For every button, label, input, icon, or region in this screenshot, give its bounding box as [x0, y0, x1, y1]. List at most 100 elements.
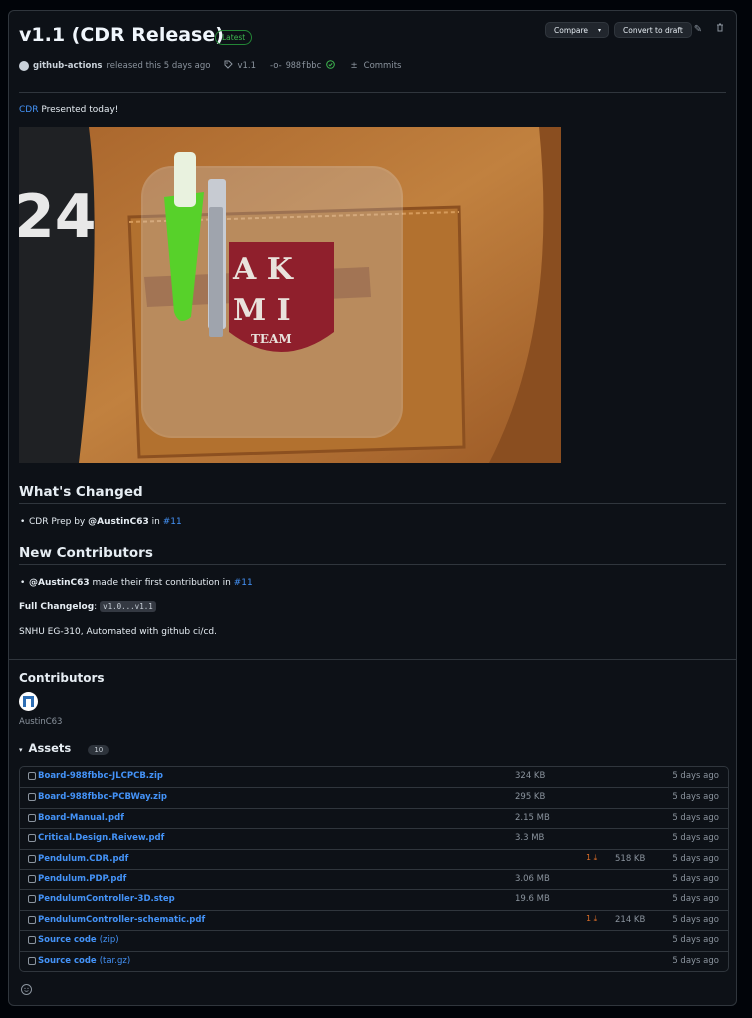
compare-label: Compare	[554, 26, 589, 35]
changelog-label: Full Changelog	[19, 602, 95, 612]
new-contributors-divider	[19, 564, 726, 565]
download-count: 1 ⤓	[586, 914, 597, 924]
asset-row: Critical.Design.Reivew.pdf 3.3 MB 5 days a…	[20, 828, 728, 848]
asset-date: 5 days ago	[672, 853, 719, 864]
new-contributor-item: @AustinC63 made their first contribution…	[20, 578, 253, 588]
change-user-link[interactable]: @AustinC63	[88, 517, 149, 527]
intro-text: Presented today!	[41, 105, 119, 115]
download-count: 1 ⤓	[586, 853, 597, 863]
asset-link[interactable]: PendulumController-3D.step	[28, 894, 175, 904]
asset-size: 518 KB	[615, 853, 646, 864]
asset-name: Pendulum.CDR.pdf	[38, 853, 129, 864]
package-icon	[28, 915, 36, 924]
package-icon	[28, 895, 36, 904]
cdr-link[interactable]: CDR	[19, 105, 38, 115]
assets-toggle[interactable]: ▾ Assets 10	[19, 741, 110, 755]
release-photo: 24 A K M I TEAM	[19, 127, 561, 463]
released-text: released this 5 days ago	[106, 61, 211, 71]
asset-date: 5 days ago	[672, 833, 719, 844]
asset-row: Board-988fbbc-PCBWay.zip 295 KB 5 days ago	[20, 787, 728, 807]
asset-name: Board-988fbbc-JLCPCB.zip	[38, 771, 163, 781]
intro-line: CDR Presented today!	[19, 105, 118, 115]
asset-row: Pendulum.PDP.pdf 3.06 MB 5 days ago	[20, 868, 728, 889]
trash-icon[interactable]	[713, 23, 727, 37]
change-pr-link[interactable]: #11	[163, 517, 182, 527]
asset-link[interactable]: PendulumController-schematic.pdf	[28, 915, 205, 925]
asset-row: PendulumController-3D.step 19.6 MB 5 days …	[20, 889, 728, 909]
patch-line1: A K	[232, 252, 294, 287]
asset-date: 5 days ago	[672, 812, 719, 823]
commit-icon: -o-	[270, 61, 282, 71]
asset-link[interactable]: Board-988fbbc-JLCPCB.zip	[28, 771, 163, 781]
new-contributors-heading: New Contributors	[19, 545, 153, 561]
patch-line3: TEAM	[251, 332, 292, 346]
asset-size: 3.3 MB	[515, 833, 545, 844]
caret-down-icon: ▾	[19, 746, 23, 754]
download-count-value: 1	[586, 913, 592, 923]
release-card: v1.1 (CDR Release) Latest Compare ▾ Conv…	[8, 10, 737, 1006]
asset-link[interactable]: Pendulum.PDP.pdf	[28, 874, 126, 884]
author-link[interactable]: github-actions	[33, 61, 102, 71]
commit-link[interactable]: 988fbbc	[286, 61, 322, 71]
commits-link[interactable]: Commits	[364, 61, 402, 71]
asset-name: PendulumController-schematic.pdf	[38, 914, 206, 925]
asset-link[interactable]: Critical.Design.Reivew.pdf	[28, 833, 164, 843]
asset-size: 324 KB	[515, 771, 546, 781]
asset-link[interactable]: Source code (tar.gz)	[28, 956, 130, 966]
latest-badge: Latest	[215, 30, 253, 45]
section-divider	[9, 659, 736, 660]
compare-button[interactable]: Compare ▾	[545, 22, 610, 38]
asset-suffix: (tar.gz)	[99, 955, 131, 966]
download-count-value: 1	[586, 852, 592, 862]
changelog-range-link[interactable]: v1.0...v1.1	[100, 601, 156, 612]
asset-date: 5 days ago	[672, 873, 719, 884]
asset-row: Source code (tar.gz) 5 days ago	[20, 950, 728, 971]
asset-row: PendulumController-schematic.pdf 1 ⤓ 214 K…	[20, 909, 728, 930]
contributor-pr-link[interactable]: #11	[234, 578, 253, 588]
full-changelog: Full Changelog: v1.0...v1.1	[19, 601, 156, 612]
github-icon	[19, 61, 29, 71]
asset-row: Source code (zip) 5 days ago	[20, 930, 728, 950]
caret-down-icon: ▾	[598, 27, 602, 34]
check-circle-icon	[325, 60, 335, 72]
package-icon	[28, 772, 36, 780]
file-zip-icon	[28, 936, 36, 945]
package-icon	[28, 874, 36, 883]
download-icon: ⤓	[593, 852, 598, 862]
assets-count-badge: 10	[88, 745, 110, 755]
file-zip-icon	[28, 956, 36, 965]
asset-date: 5 days ago	[672, 935, 719, 946]
asset-date: 5 days ago	[672, 914, 719, 925]
asset-row: Pendulum.CDR.pdf 1 ⤓ 518 KB 5 days ago	[20, 848, 728, 869]
asset-link[interactable]: Board-Manual.pdf	[28, 813, 124, 823]
shirt-number: 24	[19, 182, 97, 252]
asset-size: 295 KB	[515, 792, 546, 803]
asset-link[interactable]: Board-988fbbc-PCBWay.zip	[28, 792, 167, 802]
asset-name: Board-Manual.pdf	[38, 812, 124, 823]
contributor-user-link[interactable]: @AustinC63	[29, 578, 90, 588]
add-reaction-icon[interactable]	[21, 984, 32, 995]
footer-text: SNHU EG-310, Automated with github ci/cd…	[19, 627, 217, 637]
asset-link[interactable]: Source code (zip)	[28, 935, 119, 945]
convert-to-draft-button[interactable]: Convert to draft	[614, 22, 692, 38]
asset-row: Board-Manual.pdf 2.15 MB 5 days ago	[20, 807, 728, 828]
contributor-name[interactable]: AustinC63	[19, 717, 62, 727]
asset-size: 214 KB	[615, 914, 646, 925]
avatar[interactable]	[19, 692, 38, 711]
asset-date: 5 days ago	[672, 771, 719, 781]
package-icon	[28, 834, 36, 843]
asset-link[interactable]: Pendulum.CDR.pdf	[28, 854, 128, 864]
change-text: CDR Prep by	[29, 517, 89, 527]
package-icon	[28, 813, 36, 822]
pencil-icon[interactable]: ✎	[691, 23, 705, 37]
asset-name: Source code	[38, 955, 97, 966]
asset-name: Board-988fbbc-PCBWay.zip	[38, 792, 167, 803]
patch-line2: M I	[233, 293, 291, 328]
package-icon	[28, 854, 36, 863]
asset-date: 5 days ago	[672, 955, 719, 966]
tag-link[interactable]: v1.1	[237, 61, 256, 71]
release-title[interactable]: v1.1 (CDR Release)	[19, 24, 224, 46]
tag-icon	[224, 60, 234, 72]
whats-changed-heading: What's Changed	[19, 484, 143, 500]
convert-label: Convert to draft	[623, 26, 683, 35]
